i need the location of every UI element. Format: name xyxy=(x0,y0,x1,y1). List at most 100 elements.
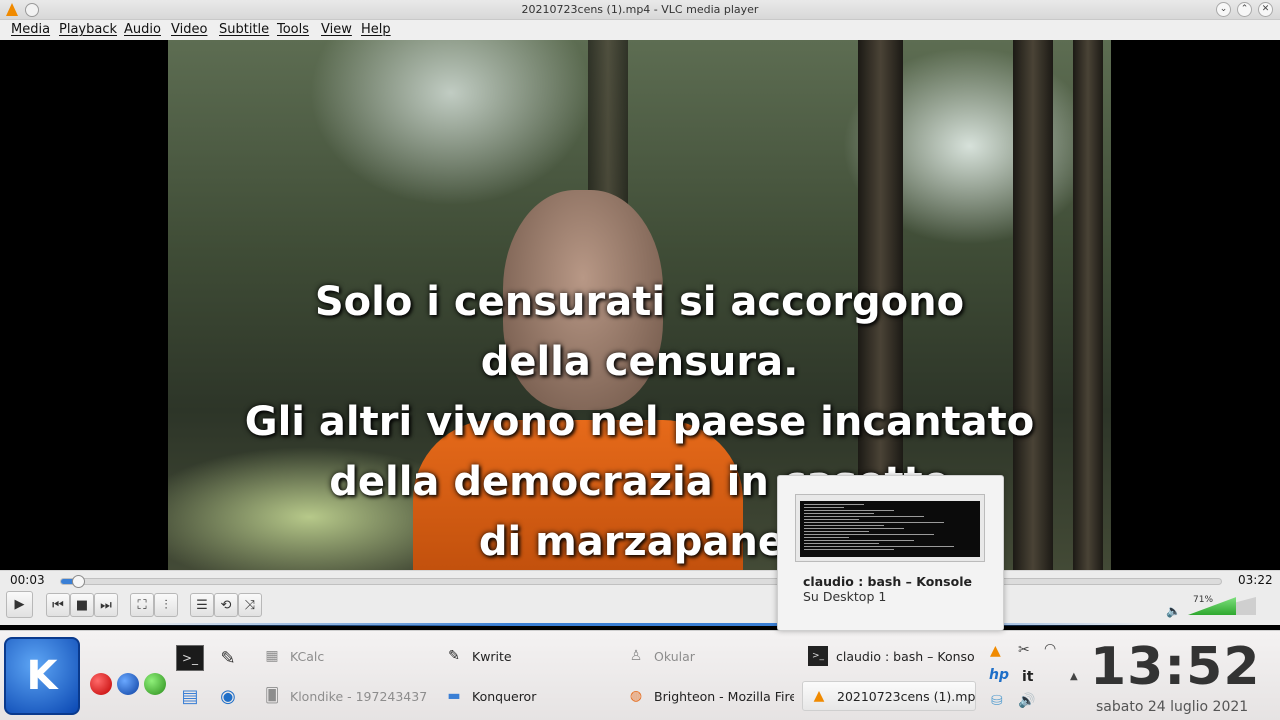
seek-bar[interactable] xyxy=(60,575,1222,588)
file-manager-launcher-icon[interactable]: ▤ xyxy=(176,683,204,709)
play-button[interactable]: ▶ xyxy=(6,591,33,618)
menu-media[interactable]: Media xyxy=(11,22,50,37)
clock[interactable]: 13:52 xyxy=(1090,637,1261,697)
taskbar: K >_ ✎ ▤ ◉ ▦KCalc 🂠Klondike - 1972434376… xyxy=(0,630,1280,720)
terminal-text-line xyxy=(804,522,944,523)
playback-controls: 00:03 03:22 ▶ ⏮ ■ ⏭ ⛶ ⫶ ☰ ⟲ ⤨ 🔈 71% xyxy=(0,570,1280,626)
window-title: 20210723cens (1).mp4 - VLC media player xyxy=(521,3,759,16)
terminal-text-line xyxy=(804,549,894,550)
terminal-launcher-icon[interactable]: >_ xyxy=(176,645,204,671)
keyboard-layout[interactable]: it xyxy=(1022,669,1034,685)
menu-tools[interactable]: Tools xyxy=(277,22,309,37)
terminal-text-line xyxy=(804,537,849,538)
terminal-text-line xyxy=(804,546,954,547)
task-vlc[interactable]: ▲ 20210723cens (1).mp4 xyxy=(802,681,976,711)
accent-line xyxy=(0,623,1280,626)
subtitle-line: Gli altri vivono nel paese incantato xyxy=(244,399,1035,445)
loop-icon: ⟲ xyxy=(220,597,232,613)
task-konqueror[interactable]: ▬ Konqueror xyxy=(444,681,614,711)
fullscreen-button[interactable]: ⛶ xyxy=(130,593,154,617)
skip-back-icon: ⏮ xyxy=(52,597,64,613)
playlist-icon: ☰ xyxy=(196,597,208,613)
task-konsole[interactable]: >_ claudio : bash – Konsole xyxy=(808,641,974,671)
okular-icon: ♙ xyxy=(629,648,643,664)
elapsed-time: 00:03 xyxy=(10,573,45,587)
total-time: 03:22 xyxy=(1238,573,1273,587)
hp-printer-icon[interactable]: hp xyxy=(989,667,1009,683)
video-area[interactable]: Solo i censurati si accorgono della cens… xyxy=(0,40,1280,570)
tooltip-title: claudio : bash – Konsole xyxy=(803,574,972,589)
task-klondike[interactable]: 🂠Klondike - 19724343768 xyxy=(262,681,427,711)
task-okular[interactable]: ♙ Okular xyxy=(626,641,796,671)
window-thumbnail xyxy=(795,494,985,562)
vlc-tray-icon[interactable]: ▲ xyxy=(990,643,1001,659)
date: sabato 24 luglio 2021 xyxy=(1096,699,1249,715)
volume-percent: 71% xyxy=(1193,595,1214,605)
browser-launcher-icon[interactable]: ◉ xyxy=(214,683,242,709)
terminal-text-line xyxy=(804,531,869,532)
menu-bar: Media Playback Audio Video Subtitle Tool… xyxy=(0,20,1280,40)
speaker-icon[interactable]: 🔈 xyxy=(1166,604,1181,618)
skip-forward-icon: ⏭ xyxy=(100,597,112,613)
red-ball-icon[interactable] xyxy=(90,673,112,695)
playlist-button[interactable]: ☰ xyxy=(190,593,214,617)
terminal-icon: >_ xyxy=(808,646,828,666)
firefox-icon: ◍ xyxy=(629,688,643,704)
tray-expand-icon[interactable]: ▲ xyxy=(1070,671,1078,682)
calculator-icon: ▦ xyxy=(265,648,279,664)
terminal-text-line xyxy=(804,507,844,508)
minimize-button[interactable]: ⌄ xyxy=(1216,2,1231,17)
kde-menu-button[interactable]: K xyxy=(4,637,80,715)
terminal-text-line xyxy=(804,528,904,529)
volume-tray-icon[interactable]: 🔊 xyxy=(1018,693,1035,709)
terminal-text-line xyxy=(804,513,874,514)
fullscreen-icon: ⛶ xyxy=(137,597,147,613)
text-editor-launcher-icon[interactable]: ✎ xyxy=(214,645,242,671)
extended-settings-button[interactable]: ⫶ xyxy=(154,593,178,617)
klipper-scissors-icon[interactable]: ✂ xyxy=(1018,642,1030,658)
shuffle-button[interactable]: ⤨ xyxy=(238,593,262,617)
stop-icon: ■ xyxy=(75,597,89,613)
play-icon: ▶ xyxy=(14,597,25,612)
equalizer-icon: ⫶ xyxy=(164,597,168,613)
terminal-text-line xyxy=(804,516,924,517)
terminal-text-line xyxy=(804,525,884,526)
terminal-text-line xyxy=(804,510,894,511)
subtitle-line: della censura. xyxy=(480,339,799,385)
terminal-text-line xyxy=(804,543,879,544)
terminal-text-line xyxy=(804,534,934,535)
previous-button[interactable]: ⏮ xyxy=(46,593,70,617)
screen: 20210723cens (1).mp4 - VLC media player … xyxy=(0,0,1280,720)
seek-handle[interactable] xyxy=(72,575,86,588)
kde-logo-icon: K xyxy=(26,653,58,699)
terminal-text-line xyxy=(804,540,914,541)
loop-button[interactable]: ⟲ xyxy=(214,593,238,617)
menu-help[interactable]: Help xyxy=(361,22,391,37)
terminal-text-line xyxy=(804,519,859,520)
close-button[interactable]: ✕ xyxy=(1258,2,1273,17)
menu-audio[interactable]: Audio xyxy=(124,22,161,37)
wifi-icon[interactable]: ◠ xyxy=(1044,641,1056,657)
stop-button[interactable]: ■ xyxy=(70,593,94,617)
volume-slider[interactable]: 71% xyxy=(1188,595,1256,615)
blue-ball-icon[interactable] xyxy=(117,673,139,695)
green-ball-icon[interactable] xyxy=(144,673,166,695)
pen-icon: ✎ xyxy=(448,648,460,664)
menu-subtitle[interactable]: Subtitle xyxy=(219,22,269,37)
menu-video[interactable]: Video xyxy=(171,22,207,37)
menu-playback[interactable]: Playback xyxy=(59,22,117,37)
title-bar: 20210723cens (1).mp4 - VLC media player … xyxy=(0,0,1280,20)
vlc-icon: ▲ xyxy=(813,688,825,704)
storage-icon[interactable]: ⛁ xyxy=(991,693,1003,709)
folder-icon: ▬ xyxy=(447,688,461,704)
task-firefox[interactable]: ◍Brighteon - Mozilla Firefox xyxy=(626,681,794,711)
maximize-button[interactable]: ⌃ xyxy=(1237,2,1252,17)
menu-view[interactable]: View xyxy=(321,22,352,37)
task-kcalc[interactable]: ▦ KCalc xyxy=(262,641,432,671)
subtitle-line: Solo i censurati si accorgono xyxy=(314,279,965,325)
task-preview-tooltip: claudio : bash – Konsole Su Desktop 1 xyxy=(777,475,1004,631)
next-button[interactable]: ⏭ xyxy=(94,593,118,617)
tooltip-subtitle: Su Desktop 1 xyxy=(803,589,887,604)
task-kwrite[interactable]: ✎ Kwrite xyxy=(444,641,614,671)
cards-icon: 🂠 xyxy=(264,688,280,704)
